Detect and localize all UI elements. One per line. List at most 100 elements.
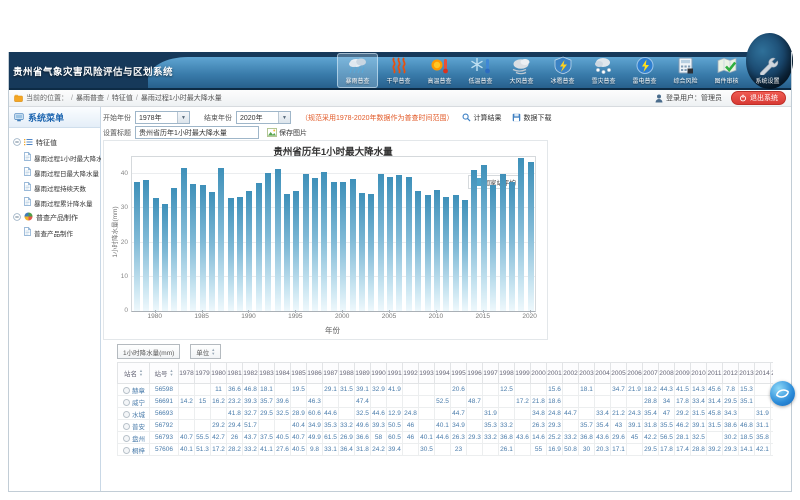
chart-bar[interactable]	[425, 195, 431, 311]
breadcrumb-item[interactable]: 暴雨普查	[76, 93, 104, 103]
chart-bar[interactable]	[190, 184, 196, 311]
chart-bar[interactable]	[453, 195, 459, 311]
row-expander-icon[interactable]	[123, 435, 130, 442]
chart-bar[interactable]	[406, 177, 412, 311]
table-row[interactable]: 桐梓5760640.151.317.228.233.241.127.640.59…	[118, 444, 774, 456]
row-expander-icon[interactable]	[123, 411, 130, 418]
chart-bar[interactable]	[462, 200, 468, 311]
chart-bar[interactable]	[481, 165, 487, 311]
chart-bar[interactable]	[303, 174, 309, 311]
unit-sort-control[interactable]: 单位 ▲▼	[190, 344, 221, 359]
chart-bar[interactable]	[321, 172, 327, 311]
toolbar-item-wind[interactable]: 大风普查	[501, 53, 542, 88]
toolbar-item-high-temp[interactable]: 高温普查	[419, 53, 460, 88]
station-data-table-wrap[interactable]: 站名▲▼站号▲▼19781979198019811982198319841985…	[117, 362, 773, 491]
value-cell: 14.3	[691, 384, 707, 396]
chart-bar[interactable]	[368, 194, 374, 311]
measure-filter[interactable]: 1小时降水量(mm)	[117, 344, 180, 359]
collapse-toggle-icon[interactable]	[13, 138, 21, 148]
chart-bar[interactable]	[293, 191, 299, 311]
chart-bar[interactable]	[387, 177, 393, 311]
breadcrumb-item[interactable]: 暴雨过程1小时最大降水量	[141, 93, 222, 103]
chart-bar[interactable]	[209, 192, 215, 311]
chart-bar[interactable]	[218, 168, 224, 311]
toolbar-item-label: 低温普查	[468, 76, 492, 85]
chart-bar[interactable]	[528, 162, 534, 311]
chart-bar[interactable]	[415, 191, 421, 311]
toolbar-item-snow[interactable]: 雪灾普查	[583, 53, 624, 88]
chart-bar[interactable]	[143, 180, 149, 311]
toolbar-item-drought[interactable]: 干旱普查	[378, 53, 419, 88]
toolbar-item-rainstorm[interactable]: 暴雨普查	[337, 53, 378, 88]
chart-bar[interactable]	[228, 198, 234, 311]
tree-item[interactable]: 暴雨过程累计降水量	[24, 197, 98, 208]
table-row[interactable]: 水城5669341.832.729.532.528.960.644.632.54…	[118, 408, 774, 420]
compute-result-label: 计算结果	[473, 113, 501, 123]
table-row[interactable]: 普安5679229.229.451.740.434.935.333.249.63…	[118, 420, 774, 432]
table-row[interactable]: 威宁5669114.21516.223.239.335.739.646.347.…	[118, 396, 774, 408]
data-download-button[interactable]: 数据下载	[512, 113, 551, 123]
row-expander-icon[interactable]	[123, 423, 130, 430]
start-year-select[interactable]: 1978年 ▼	[135, 111, 190, 124]
chart-bar[interactable]	[500, 174, 506, 311]
chart-bar[interactable]	[265, 173, 271, 311]
breadcrumb-item[interactable]: 特征值	[112, 93, 133, 103]
toolbar-item-settings[interactable]: 系统设置	[747, 53, 788, 88]
column-header-year: 1979	[195, 363, 211, 384]
chart-bar[interactable]	[350, 179, 356, 311]
tree-item[interactable]: 暴雨过程1小时最大降水量	[24, 152, 98, 163]
row-expander-icon[interactable]	[123, 447, 130, 454]
table-row[interactable]: 赫章565981136.646.818.119.529.131.539.132.…	[118, 384, 774, 396]
chart-bar[interactable]	[471, 170, 477, 311]
row-expander-icon[interactable]	[123, 387, 130, 394]
chart-bar[interactable]	[518, 158, 524, 311]
tree-item[interactable]: 暴雨过程日最大降水量	[24, 167, 98, 178]
tree-group-1[interactable]: 普查产品制作	[13, 212, 96, 223]
chart-bar[interactable]	[275, 169, 281, 311]
chart-bar[interactable]	[396, 175, 402, 311]
tree-group-0[interactable]: 特征值	[13, 138, 96, 148]
chart-bar[interactable]	[340, 182, 346, 311]
value-cell: 39.6	[275, 396, 291, 408]
chart-bar[interactable]	[443, 197, 449, 311]
value-cell: 7.8	[723, 384, 739, 396]
tree-item[interactable]: 暴雨过程持续天数	[24, 182, 98, 193]
chart-bar[interactable]	[153, 198, 159, 311]
toolbar-item-hail[interactable]: 冰雹普查	[542, 53, 583, 88]
chart-bar[interactable]	[434, 190, 440, 311]
save-image-button[interactable]: 保存图片	[267, 128, 307, 138]
toolbar-item-low-temp[interactable]: 低温普查	[460, 53, 501, 88]
chart-bar[interactable]	[490, 185, 496, 311]
compute-result-button[interactable]: 计算结果	[462, 113, 501, 123]
table-row[interactable]: 盘州5679340.755.542.72643.737.540.540.749.…	[118, 432, 774, 444]
chart-bar[interactable]	[246, 191, 252, 311]
value-cell: 46.3	[307, 396, 323, 408]
chart-bar[interactable]	[181, 168, 187, 311]
chart-bar[interactable]	[237, 197, 243, 311]
toolbar-item-lightning[interactable]: 雷电普查	[624, 53, 665, 88]
chart-bar[interactable]	[509, 182, 515, 311]
logout-button[interactable]: 退出系统	[731, 91, 786, 105]
chart-bar[interactable]	[134, 182, 140, 311]
value-cell: 50.5	[387, 420, 403, 432]
chart-bar[interactable]	[331, 182, 337, 311]
chart-bar[interactable]	[359, 193, 365, 311]
row-expander-icon[interactable]	[123, 399, 130, 406]
chart-bar[interactable]	[162, 204, 168, 311]
chart-bar[interactable]	[284, 194, 290, 311]
chart-bar[interactable]	[200, 185, 206, 311]
floating-widget-button[interactable]	[770, 381, 795, 406]
toolbar-item-composite-risk[interactable]: 综合风险	[665, 53, 706, 88]
chart-bar[interactable]	[312, 178, 318, 311]
chart-title-input[interactable]	[135, 126, 259, 139]
toolbar-item-map-audit[interactable]: 图件审核	[706, 53, 747, 88]
column-header-station-id[interactable]: 站号▲▼	[150, 363, 179, 384]
collapse-toggle-icon[interactable]	[13, 213, 21, 223]
chart-bar[interactable]	[171, 188, 177, 311]
column-header-station-name[interactable]: 站名▲▼	[118, 363, 150, 384]
chart-bar[interactable]	[256, 183, 262, 311]
chart-bar[interactable]	[378, 174, 384, 311]
tree-item[interactable]: 普查产品制作	[24, 227, 98, 238]
end-year-select[interactable]: 2020年 ▼	[236, 111, 291, 124]
value-cell: 34.7	[611, 384, 627, 396]
